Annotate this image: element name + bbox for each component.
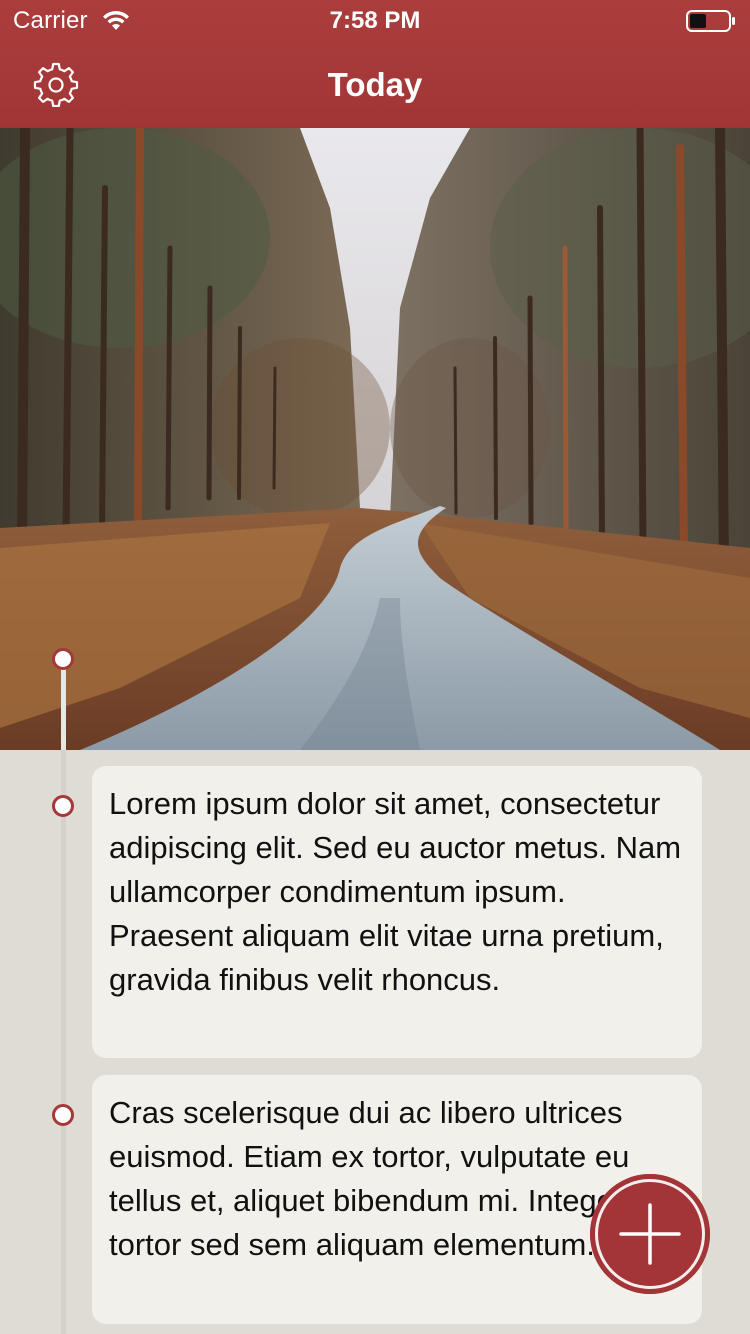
battery-icon bbox=[686, 10, 736, 32]
status-bar: Carrier 7:58 PM bbox=[0, 0, 750, 40]
entry-text: Lorem ipsum dolor sit amet, consectetur … bbox=[109, 786, 682, 997]
timeline-start-dot bbox=[52, 648, 74, 670]
timeline-dot bbox=[52, 795, 74, 817]
navigation-header: Carrier 7:58 PM Today bbox=[0, 0, 750, 128]
timeline-line-upper bbox=[61, 664, 66, 750]
timeline-line bbox=[61, 750, 66, 1334]
add-entry-button[interactable] bbox=[590, 1174, 710, 1294]
status-time: 7:58 PM bbox=[329, 7, 421, 34]
page-title: Today bbox=[327, 66, 423, 103]
journal-entry-card[interactable]: Lorem ipsum dolor sit amet, consectetur … bbox=[92, 766, 702, 1058]
timeline-dot bbox=[52, 1104, 74, 1126]
hero-image bbox=[0, 128, 750, 750]
plus-icon bbox=[619, 1203, 681, 1265]
